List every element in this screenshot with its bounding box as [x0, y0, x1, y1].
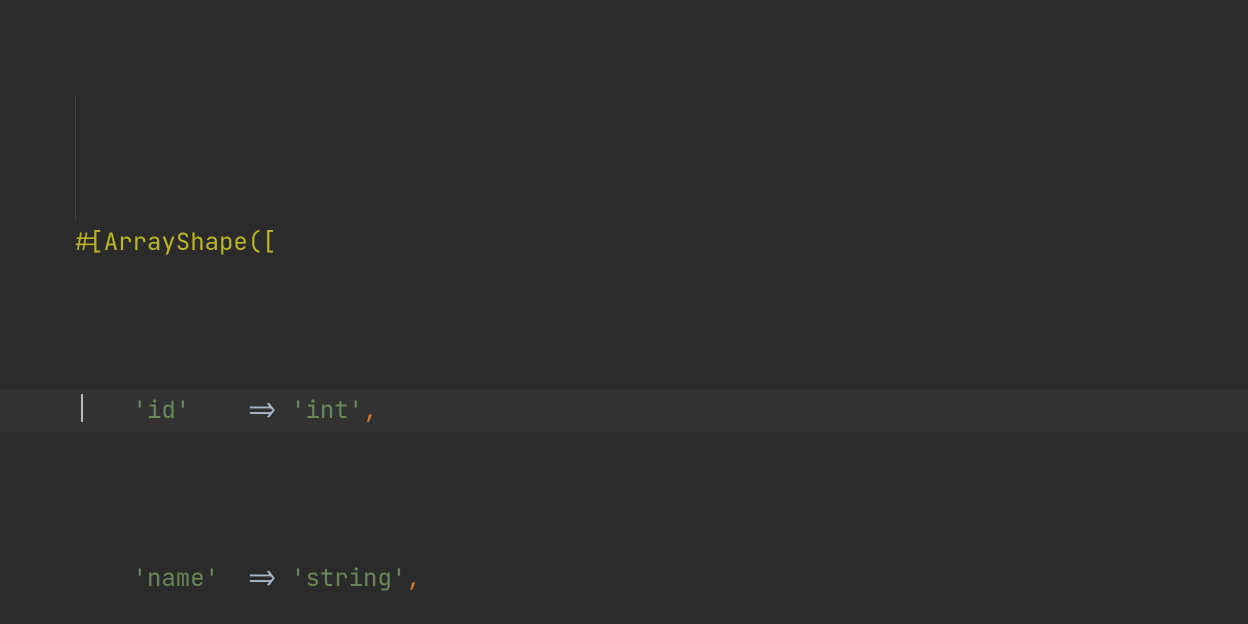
indent	[75, 563, 133, 594]
padding	[219, 563, 233, 594]
arrow-operator: =>	[248, 395, 277, 426]
code-line[interactable]: 'name' => 'string',	[0, 558, 1248, 600]
comma: ,	[406, 563, 420, 594]
code-line-active[interactable]: 'id' => 'int',	[0, 390, 1248, 432]
comma: ,	[363, 395, 377, 426]
string-literal: 'string'	[291, 563, 406, 594]
padding	[190, 395, 233, 426]
code-editor[interactable]: #[ArrayShape([ 'id' => 'int', 'name' => …	[0, 0, 1248, 624]
indent-guide	[75, 96, 76, 222]
arrow-operator: =>	[248, 563, 277, 594]
string-literal: 'id'	[133, 395, 191, 426]
string-literal: 'int'	[291, 395, 363, 426]
code-line[interactable]: #[ArrayShape([	[0, 222, 1248, 264]
indent	[75, 395, 133, 426]
attribute-open: #[ArrayShape([	[75, 227, 277, 258]
string-literal: 'name'	[133, 563, 219, 594]
